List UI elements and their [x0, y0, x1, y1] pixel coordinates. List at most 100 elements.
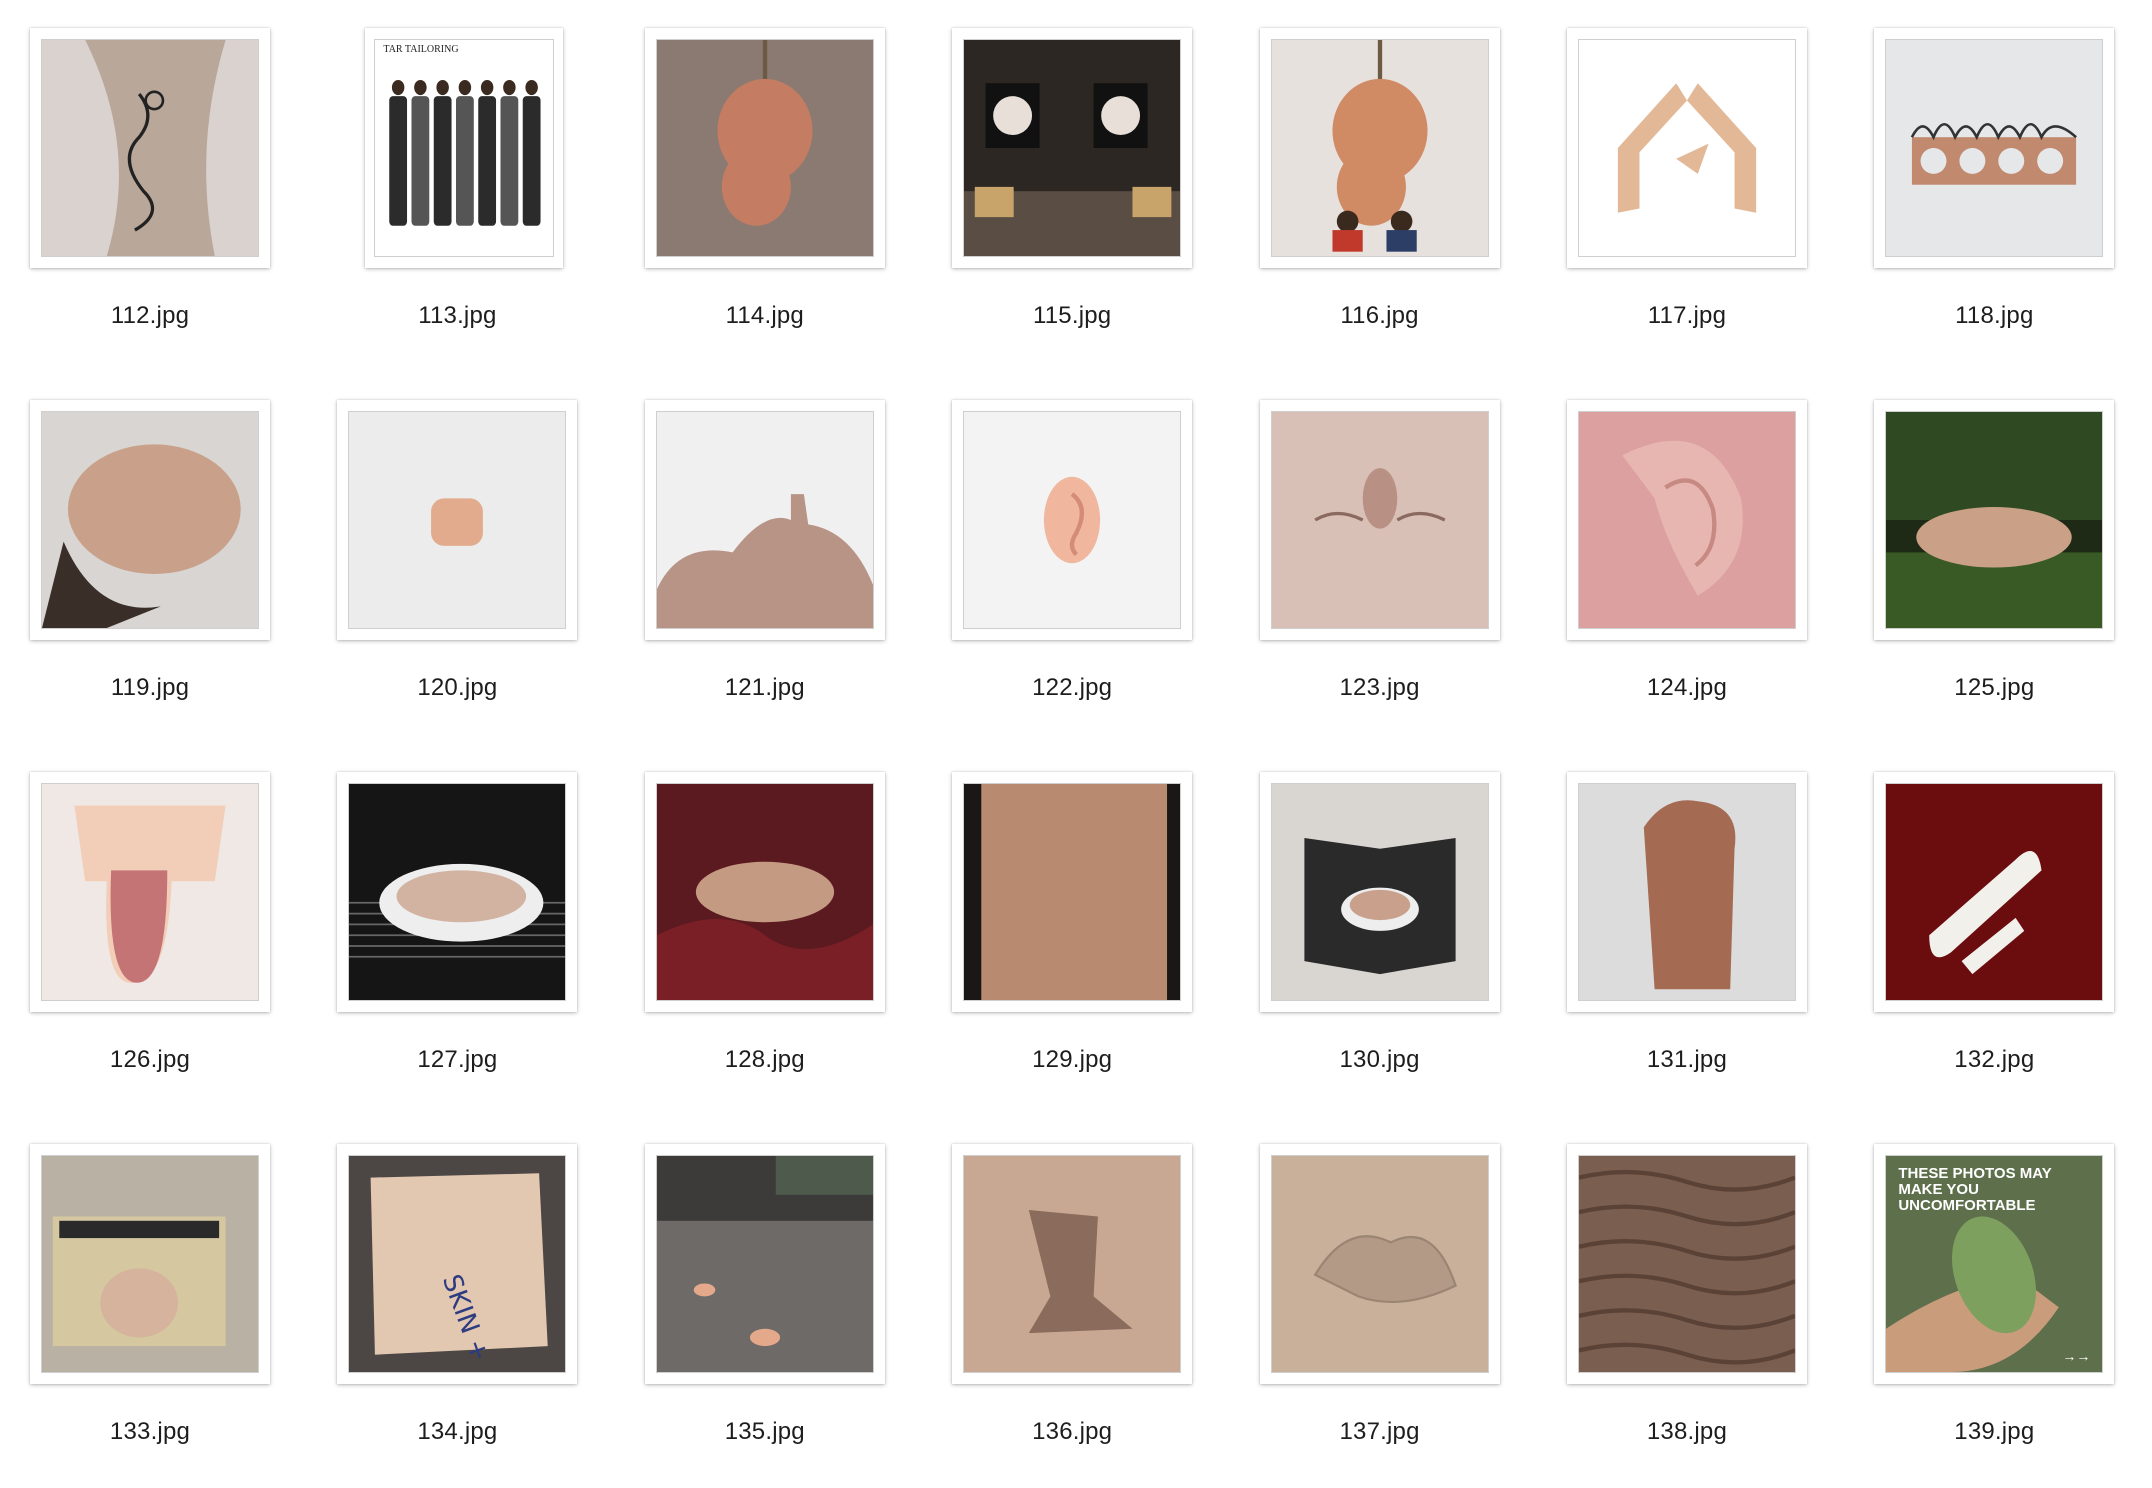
thumbnail-graphic [656, 1156, 873, 1372]
file-thumbnail[interactable] [1259, 28, 1500, 268]
file-name[interactable]: 138.jpg [1537, 1418, 1837, 1446]
file-item[interactable]: 128.jpg [615, 744, 922, 1116]
file-item[interactable]: 119.jpg [0, 372, 307, 744]
file-thumbnail[interactable]: TAR TAILORING [365, 28, 564, 268]
file-name[interactable]: 117.jpg [1537, 302, 1837, 330]
file-thumbnail[interactable] [952, 28, 1193, 268]
file-name[interactable]: 118.jpg [1844, 302, 2144, 330]
file-name[interactable]: 114.jpg [615, 302, 915, 330]
file-name[interactable]: 121.jpg [615, 674, 915, 702]
file-name[interactable]: 122.jpg [922, 674, 1222, 702]
file-thumbnail[interactable] [1874, 772, 2115, 1012]
file-name[interactable]: 116.jpg [1230, 302, 1530, 330]
file-thumbnail[interactable] [644, 28, 885, 268]
file-name[interactable]: 134.jpg [307, 1418, 607, 1446]
file-thumbnail[interactable] [952, 772, 1193, 1012]
file-name[interactable]: 139.jpg [1844, 1418, 2144, 1446]
file-item[interactable]: 129.jpg [922, 744, 1229, 1116]
file-thumbnail[interactable] [644, 1144, 885, 1384]
file-name[interactable]: 120.jpg [307, 674, 607, 702]
file-item[interactable]: 112.jpg [0, 0, 307, 372]
file-item[interactable]: TAR TAILORING 113.jpg [307, 0, 614, 372]
file-thumbnail[interactable] [30, 1144, 270, 1384]
file-thumbnail[interactable] [1259, 772, 1500, 1012]
file-name[interactable]: 136.jpg [922, 1418, 1222, 1446]
file-item[interactable]: 122.jpg [922, 372, 1229, 744]
thumb-arrow-icon: →→ [2062, 1348, 2091, 1364]
file-name[interactable]: 126.jpg [0, 1046, 300, 1074]
file-thumbnail[interactable] [30, 28, 270, 268]
file-thumbnail[interactable] [952, 1144, 1193, 1384]
file-item[interactable]: 116.jpg [1230, 0, 1537, 372]
file-thumbnail[interactable] [337, 772, 578, 1012]
file-thumbnail[interactable] [644, 400, 885, 640]
image-preview-fashion-group: TAR TAILORING [374, 39, 555, 257]
file-item[interactable]: THESE PHOTOS MAY MAKE YOU UNCOMFORTABLE →… [1844, 1116, 2151, 1488]
file-thumbnail[interactable] [1566, 400, 1807, 640]
file-thumbnail[interactable] [952, 400, 1193, 640]
file-thumbnail[interactable] [644, 772, 885, 1012]
file-name[interactable]: 124.jpg [1537, 674, 1837, 702]
file-name[interactable]: 125.jpg [1844, 674, 2144, 702]
file-thumbnail[interactable] [1259, 1144, 1500, 1384]
image-preview-skin-parchment: SKIN + [348, 1155, 567, 1373]
file-name[interactable]: 129.jpg [922, 1046, 1222, 1074]
file-thumbnail[interactable] [30, 400, 270, 640]
file-thumbnail[interactable] [1566, 772, 1807, 1012]
file-item[interactable]: 131.jpg [1537, 744, 1844, 1116]
file-item[interactable]: 136.jpg [922, 1116, 1229, 1488]
file-item[interactable]: 121.jpg [615, 372, 922, 744]
file-name[interactable]: 119.jpg [0, 674, 300, 702]
file-item[interactable]: 123.jpg [1230, 372, 1537, 744]
file-name[interactable]: 112.jpg [0, 302, 300, 330]
file-thumbnail[interactable] [1874, 28, 2115, 268]
file-item[interactable]: 138.jpg [1537, 1116, 1844, 1488]
file-thumbnail[interactable] [337, 400, 578, 640]
file-name[interactable]: 137.jpg [1230, 1418, 1530, 1446]
thumbnail-graphic [349, 412, 566, 628]
file-thumbnail[interactable] [1566, 28, 1807, 268]
file-name[interactable]: 115.jpg [922, 302, 1222, 330]
thumbnail-graphic [1578, 784, 1795, 1000]
file-item[interactable]: 130.jpg [1230, 744, 1537, 1116]
file-thumbnail[interactable] [1259, 400, 1500, 640]
file-name[interactable]: 113.jpg [307, 302, 607, 330]
file-item[interactable]: 118.jpg [1844, 0, 2151, 372]
file-item[interactable]: 120.jpg [307, 372, 614, 744]
file-thumbnail[interactable]: THESE PHOTOS MAY MAKE YOU UNCOMFORTABLE →… [1874, 1144, 2115, 1384]
file-item[interactable]: 125.jpg [1844, 372, 2151, 744]
file-item[interactable]: 115.jpg [922, 0, 1229, 372]
file-thumbnail[interactable] [1566, 1144, 1807, 1384]
file-item[interactable]: 127.jpg [307, 744, 614, 1116]
thumbnail-graphic [964, 412, 1181, 628]
file-item[interactable]: 126.jpg [0, 744, 307, 1116]
thumbnail-graphic [349, 784, 566, 1000]
file-name[interactable]: 131.jpg [1537, 1046, 1837, 1074]
file-thumbnail[interactable] [30, 772, 270, 1012]
file-item[interactable]: SKIN + 134.jpg [307, 1116, 614, 1488]
file-name[interactable]: 128.jpg [615, 1046, 915, 1074]
image-preview-hands-house [1577, 39, 1796, 257]
file-thumbnail[interactable] [1874, 400, 2115, 640]
file-name[interactable]: 123.jpg [1230, 674, 1530, 702]
image-preview-flat-skin-form [655, 411, 874, 629]
file-item[interactable]: 137.jpg [1230, 1116, 1537, 1488]
file-name[interactable]: 132.jpg [1844, 1046, 2144, 1074]
file-name[interactable]: 133.jpg [0, 1418, 300, 1446]
image-preview-oven-dish [348, 783, 567, 1001]
file-item[interactable]: 124.jpg [1537, 372, 1844, 744]
file-item[interactable]: 117.jpg [1537, 0, 1844, 372]
thumbnail-graphic [375, 40, 554, 256]
image-preview-tongue [41, 783, 259, 1001]
file-item[interactable]: 133.jpg [0, 1116, 307, 1488]
thumbnail-graphic [964, 784, 1181, 1000]
file-name[interactable]: 127.jpg [307, 1046, 607, 1074]
file-thumbnail[interactable]: SKIN + [337, 1144, 578, 1384]
file-item[interactable]: 135.jpg [615, 1116, 922, 1488]
file-name[interactable]: 130.jpg [1230, 1046, 1530, 1074]
thumbnail-graphic [656, 412, 873, 628]
file-item[interactable]: 114.jpg [615, 0, 922, 372]
file-item[interactable]: 132.jpg [1844, 744, 2151, 1116]
file-name[interactable]: 135.jpg [615, 1418, 915, 1446]
thumbnail-graphic [1578, 412, 1795, 628]
